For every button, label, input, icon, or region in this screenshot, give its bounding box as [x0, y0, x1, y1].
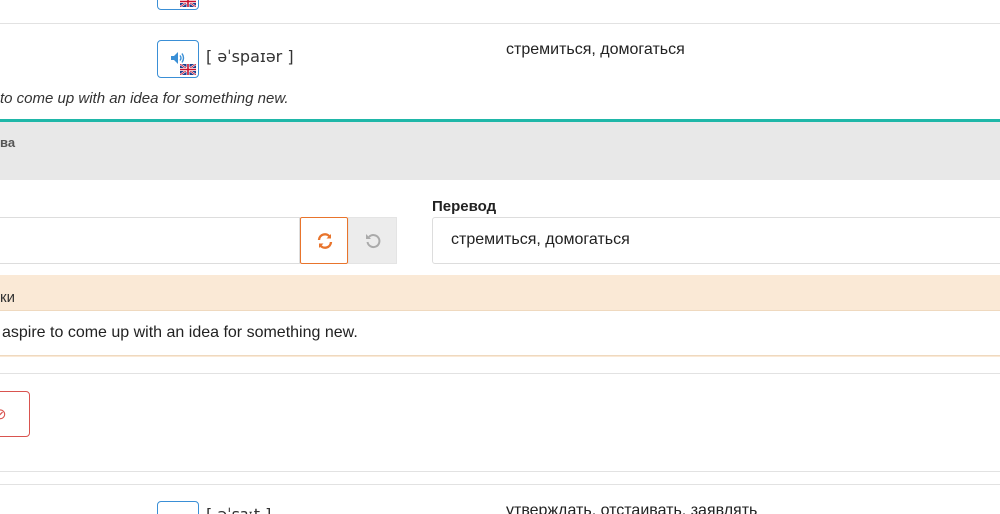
panel-header-title: ва	[0, 135, 16, 150]
delete-button[interactable]: ⊘	[0, 391, 30, 437]
audio-button[interactable]	[157, 40, 199, 78]
next-word-transcription: [ əˈsɜːt ]	[206, 505, 271, 514]
undo-icon	[366, 234, 381, 249]
next-word-row: [ əˈsɜːt ] утверждать, отстаивать, заявл…	[0, 484, 1000, 514]
refresh-icon	[317, 233, 333, 249]
divider	[0, 373, 1000, 374]
speaker-icon	[171, 52, 185, 64]
panel-header: ва	[0, 122, 1000, 180]
word-input[interactable]	[0, 217, 300, 264]
prev-word-row	[0, 0, 1000, 24]
translation-input[interactable]: стремиться, домогаться	[432, 217, 1000, 264]
translation-label: Перевод	[432, 198, 497, 215]
refresh-button[interactable]	[300, 217, 348, 264]
example-input[interactable]: aspire to come up with an idea for somet…	[0, 310, 1000, 356]
delete-icon: ⊘	[0, 406, 7, 423]
prev-audio-button[interactable]	[157, 0, 199, 10]
uk-flag-icon	[180, 0, 196, 7]
word-example: to come up with an idea for something ne…	[0, 90, 289, 107]
next-audio-button[interactable]	[157, 501, 199, 514]
examples-label: ки	[0, 289, 15, 306]
word-translation: стремиться, домогаться	[506, 41, 685, 58]
examples-section: ки aspire to come up with an idea for so…	[0, 275, 1000, 357]
edit-word-panel: ва Перевод стремиться, домогаться ки asp…	[0, 119, 1000, 472]
uk-flag-icon	[180, 64, 196, 75]
undo-button[interactable]	[348, 217, 397, 264]
next-word-translation: утверждать, отстаивать, заявлять	[506, 502, 758, 514]
word-transcription: [ əˈspaɪər ]	[206, 47, 294, 66]
